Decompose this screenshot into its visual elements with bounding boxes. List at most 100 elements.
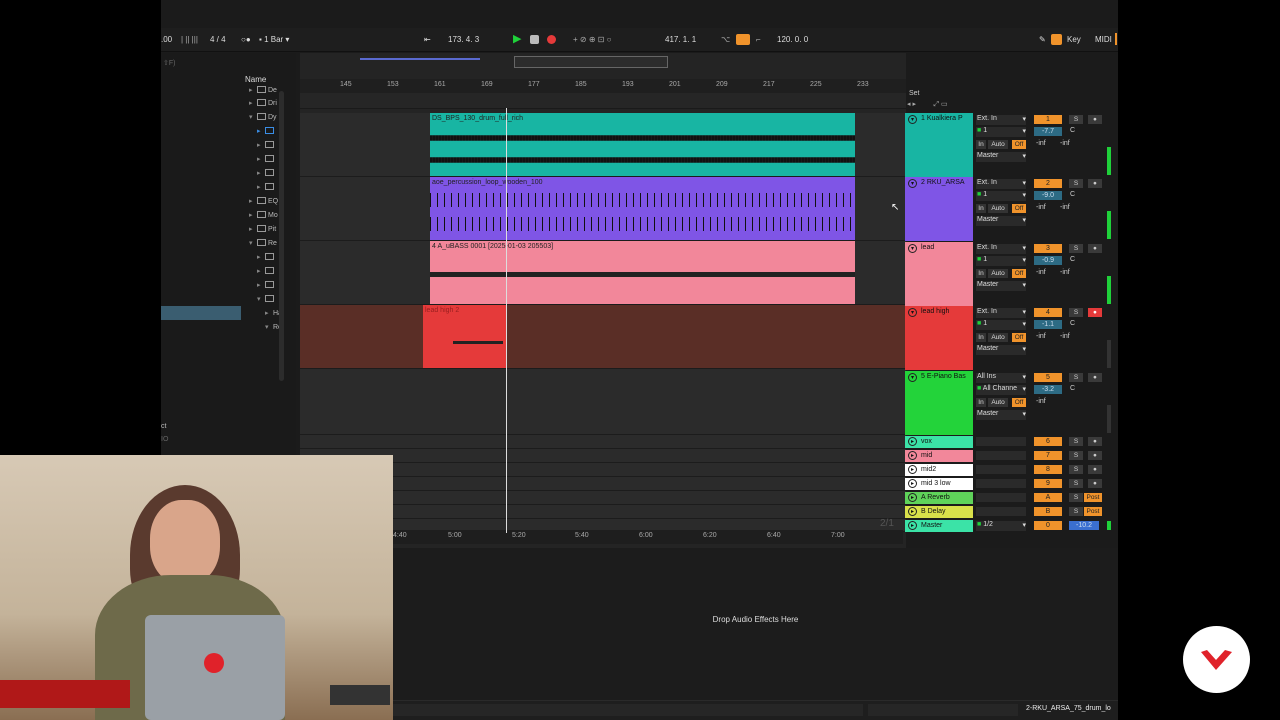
output-dropdown[interactable]: Master ▾ xyxy=(976,152,1026,162)
return-track-name[interactable]: ▸ mid 3 low xyxy=(905,478,973,490)
return-track-name[interactable]: ▸ A Reverb xyxy=(905,492,973,504)
solo-button[interactable]: S xyxy=(1069,451,1083,460)
follow-icon[interactable]: ○● xyxy=(241,35,251,44)
send-b-value[interactable]: -inf xyxy=(1060,204,1070,211)
track-fold-icon[interactable]: ▸ xyxy=(908,437,917,446)
loop-start-readout[interactable]: 417. 1. 1 xyxy=(665,35,696,44)
input-channel-dropdown[interactable]: ■ 1 ▾ xyxy=(976,320,1026,330)
browser-folder[interactable]: ▸ xyxy=(257,141,297,153)
track-activator-button[interactable]: 5 xyxy=(1034,373,1062,382)
input-type-dropdown[interactable]: Ext. In ▾ xyxy=(976,179,1026,189)
track-activator-button[interactable]: 4 xyxy=(1034,308,1062,317)
solo-button[interactable]: S xyxy=(1069,179,1083,188)
output-dropdown[interactable]: Master ▾ xyxy=(976,345,1026,355)
monitor-off-button[interactable]: Off xyxy=(1012,333,1026,342)
monitor-in-button[interactable]: In xyxy=(976,204,986,213)
track-lane[interactable]: 4 A_uBASS 0001 [2025-01-03 205503] xyxy=(300,241,906,305)
track-activator-button[interactable]: B xyxy=(1034,507,1062,516)
solo-button[interactable]: S xyxy=(1069,437,1083,446)
device-detail-view[interactable]: Drop Audio Effects Here xyxy=(393,548,1118,700)
solo-button[interactable]: S xyxy=(1069,479,1083,488)
grid-icon[interactable] xyxy=(1051,34,1062,45)
input-channel-dropdown[interactable]: ■ 1 ▾ xyxy=(976,191,1026,201)
solo-button[interactable]: S xyxy=(1069,308,1083,317)
return-io-field[interactable] xyxy=(976,507,1026,516)
pan-field[interactable]: C xyxy=(1070,127,1075,134)
audio-clip[interactable]: aoe_percussion_loop_wooden_100 xyxy=(430,177,855,240)
playhead-line[interactable] xyxy=(506,108,507,533)
input-channel-dropdown[interactable]: ■ All Channe ▾ xyxy=(976,385,1026,395)
monitor-off-button[interactable]: Off xyxy=(1012,204,1026,213)
return-track-name[interactable]: ▸ mid2 xyxy=(905,464,973,476)
solo-button[interactable]: S xyxy=(1069,465,1083,474)
overview-scroller[interactable] xyxy=(514,56,668,68)
send-a-value[interactable]: -inf xyxy=(1036,333,1046,340)
quantize-dropdown[interactable]: ▪ 1 Bar ▾ xyxy=(259,35,289,44)
loop-length-readout[interactable]: 120. 0. 0 xyxy=(777,35,808,44)
output-dropdown[interactable]: Master ▾ xyxy=(976,410,1026,420)
send-a-value[interactable]: -inf xyxy=(1036,269,1046,276)
return-io-field[interactable] xyxy=(976,465,1026,474)
monitor-in-button[interactable]: In xyxy=(976,140,986,149)
track-activator-button[interactable]: 7 xyxy=(1034,451,1062,460)
return-track-name[interactable]: ▸ vox xyxy=(905,436,973,448)
browser-folder[interactable]: ▾ Ro xyxy=(265,323,305,335)
track-name-tab[interactable]: ▾ lead high xyxy=(905,306,973,370)
track-fold-icon[interactable]: ▸ xyxy=(908,507,917,516)
return-track-name[interactable]: ▸ B Delay xyxy=(905,506,973,518)
track-activator-button[interactable]: 6 xyxy=(1034,437,1062,446)
input-channel-dropdown[interactable]: ■ 1 ▾ xyxy=(976,256,1026,266)
monitor-auto-button[interactable]: Auto xyxy=(988,140,1008,149)
arrangement-icon[interactable]: ⇤ xyxy=(424,35,431,44)
input-type-dropdown[interactable]: Ext. In ▾ xyxy=(976,244,1026,254)
record-dot-icon[interactable]: ● xyxy=(1088,479,1102,488)
post-button[interactable]: Post xyxy=(1084,493,1102,502)
browser-name-header[interactable]: Name xyxy=(245,75,266,84)
key-map-button[interactable]: Key xyxy=(1067,35,1081,44)
monitor-auto-button[interactable]: Auto xyxy=(988,269,1008,278)
browser-scrollbar[interactable] xyxy=(279,91,284,381)
master-volume-field[interactable]: -10.2 xyxy=(1069,521,1099,530)
browser-selected-category[interactable] xyxy=(161,306,241,320)
volume-field[interactable]: -0.9 xyxy=(1034,256,1062,265)
track-activator-button[interactable]: 2 xyxy=(1034,179,1062,188)
track-name-tab[interactable]: ▾ 2 RKU_ARSA xyxy=(905,177,973,241)
track-fold-icon[interactable]: ▾ xyxy=(908,179,917,188)
post-button[interactable]: Post xyxy=(1084,507,1102,516)
monitor-off-button[interactable]: Off xyxy=(1012,140,1026,149)
metronome-icon[interactable]: | || ||| xyxy=(181,35,198,44)
audio-clip[interactable]: 4 A_uBASS 0001 [2025-01-03 205503] xyxy=(430,241,855,304)
volume-field[interactable]: -1.1 xyxy=(1034,320,1062,329)
track-fold-icon[interactable]: ▾ xyxy=(908,373,917,382)
track-fold-icon[interactable]: ▸ xyxy=(908,521,917,530)
pan-field[interactable]: C xyxy=(1070,191,1075,198)
overdub-icons[interactable]: + ⊘ ⊕ ⊡ ○ xyxy=(573,35,612,44)
track-fold-icon[interactable]: ▸ xyxy=(908,465,917,474)
punch-out-icon[interactable]: ⌐ xyxy=(756,35,761,44)
arm-button[interactable]: ● xyxy=(1088,373,1102,382)
track-activator-button[interactable]: 3 xyxy=(1034,244,1062,253)
track-activator-button[interactable]: 9 xyxy=(1034,479,1062,488)
return-io-field[interactable] xyxy=(976,493,1026,502)
output-dropdown[interactable]: Master ▾ xyxy=(976,281,1026,291)
send-b-value[interactable]: -inf xyxy=(1060,269,1070,276)
arm-button[interactable]: ● xyxy=(1088,179,1102,188)
input-type-dropdown[interactable]: Ext. In ▾ xyxy=(976,115,1026,125)
browser-folder[interactable]: ▸ xyxy=(257,169,297,181)
output-dropdown[interactable]: Master ▾ xyxy=(976,216,1026,226)
pan-field[interactable]: C xyxy=(1070,385,1075,392)
track-activator-button[interactable]: A xyxy=(1034,493,1062,502)
monitor-off-button[interactable]: Off xyxy=(1012,398,1026,407)
track-fold-icon[interactable]: ▸ xyxy=(908,451,917,460)
arm-button[interactable]: ● xyxy=(1088,244,1102,253)
return-io-field[interactable] xyxy=(976,437,1026,446)
record-dot-icon[interactable]: ● xyxy=(1088,451,1102,460)
input-channel-dropdown[interactable]: ■ 1 ▾ xyxy=(976,127,1026,137)
punch-icon[interactable]: ⌥ xyxy=(721,35,730,44)
solo-button[interactable]: S xyxy=(1069,244,1083,253)
solo-button[interactable]: S xyxy=(1069,493,1083,502)
loop-brace[interactable] xyxy=(300,93,906,109)
volume-field[interactable]: -9.0 xyxy=(1034,191,1062,200)
track-lane[interactable]: lead high 2 xyxy=(300,305,906,369)
record-dot-icon[interactable]: ● xyxy=(1088,465,1102,474)
